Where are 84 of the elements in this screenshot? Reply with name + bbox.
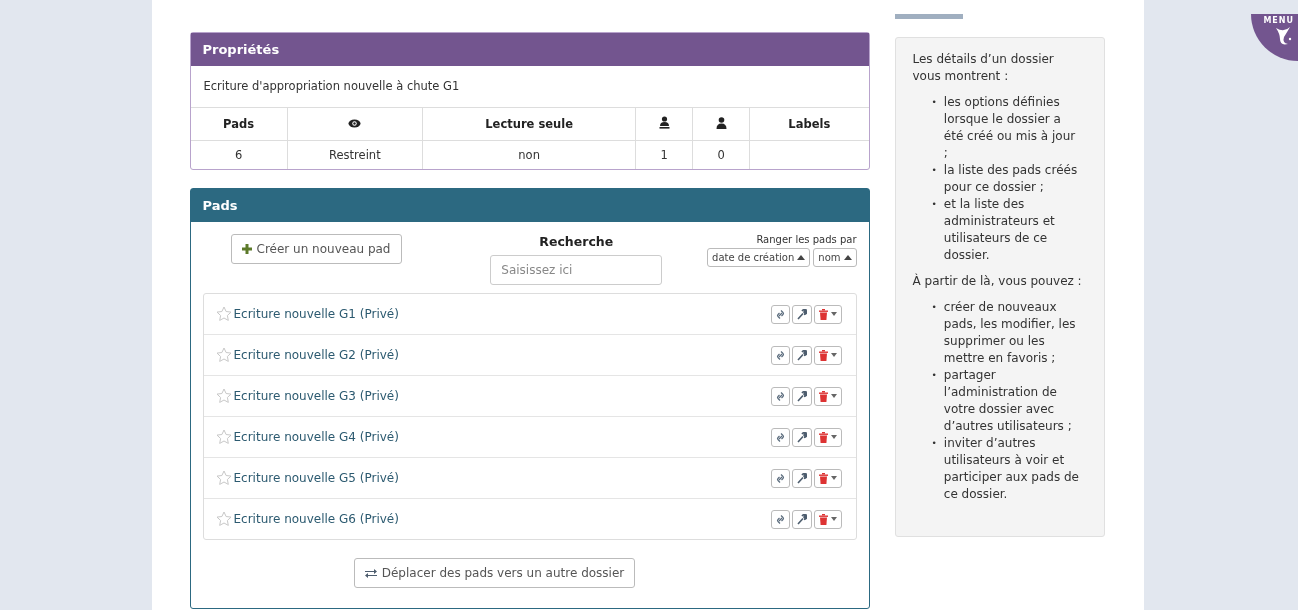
bullet: • (931, 437, 937, 450)
menu-button[interactable]: MENU (1251, 14, 1298, 61)
caret-down-icon (830, 312, 837, 316)
sort-button[interactable]: date de création (707, 248, 811, 267)
settings-button[interactable] (791, 427, 812, 447)
bullet: • (931, 96, 937, 109)
settings-button[interactable] (791, 304, 812, 324)
link-button[interactable] (770, 386, 790, 406)
table-cell: Restreint (287, 140, 423, 169)
folder-description: Ecriture d'appropriation nouvelle à chute G1 (190, 66, 869, 108)
help-text: À partir de là, vous pouvez : (912, 273, 1083, 290)
link-button[interactable] (770, 509, 790, 529)
link-button[interactable] (770, 468, 790, 488)
pad-link[interactable]: Ecriture nouvelle G1 (Privé) (233, 307, 771, 321)
move-pads-button[interactable]: Déplacer des pads vers un autre dossier (353, 558, 636, 588)
trash-icon (818, 513, 828, 525)
caret-down-icon (830, 435, 837, 439)
trash-icon (818, 349, 828, 361)
help-text: Les détails d’un dossier vous montrent : (912, 51, 1055, 85)
table-cell: 6 (190, 140, 288, 169)
pad-link[interactable]: Ecriture nouvelle G2 (Privé) (233, 348, 771, 362)
help-list-item: les options définies lorsque le dossier a été créé ou mis à jour ; (943, 94, 1077, 162)
pad-link[interactable]: Ecriture nouvelle G4 (Privé) (233, 430, 771, 444)
swap-arrows-icon (364, 568, 377, 578)
delete-button[interactable] (813, 509, 842, 529)
delete-button[interactable] (813, 468, 842, 488)
eye-icon (348, 119, 362, 128)
delete-button[interactable] (813, 304, 842, 324)
pad-link[interactable]: Ecriture nouvelle G5 (Privé) (233, 471, 771, 485)
pad-link[interactable]: Ecriture nouvelle G6 (Privé) (233, 512, 771, 526)
search-field[interactable]: Saisissez ici (490, 255, 663, 285)
admin-user-icon (658, 116, 670, 129)
star-icon[interactable] (215, 388, 232, 404)
bullet: • (931, 198, 937, 211)
bullet: • (931, 164, 937, 177)
create-pad-button[interactable]: Créer un nouveau pad (230, 234, 402, 264)
delete-button[interactable] (813, 386, 842, 406)
link-button[interactable] (770, 427, 790, 447)
caret-down-icon (830, 394, 837, 398)
column-header: Pads (190, 108, 288, 141)
table-cell: 0 (692, 140, 750, 169)
star-icon[interactable] (215, 470, 232, 486)
column-header: Labels (749, 108, 869, 141)
link-button[interactable] (770, 345, 790, 365)
star-icon[interactable] (215, 511, 232, 527)
link-button[interactable] (770, 304, 790, 324)
pad-link[interactable]: Ecriture nouvelle G3 (Privé) (233, 389, 771, 403)
panel-title: Propriétés (190, 33, 869, 66)
menu-label: MENU (1263, 16, 1294, 25)
column-header: Lecture seule (422, 108, 636, 141)
caret-down-icon (830, 353, 837, 357)
help-list-item: la liste des pads créés pour ce dossier ; (943, 162, 1079, 196)
trash-icon (818, 390, 828, 402)
caret-up-icon (843, 255, 852, 260)
star-icon[interactable] (215, 306, 232, 322)
trash-icon (818, 472, 828, 484)
panel-title: Pads (190, 189, 869, 222)
settings-button[interactable] (791, 468, 812, 488)
settings-button[interactable] (791, 345, 812, 365)
caret-down-icon (830, 517, 837, 521)
table-cell: non (422, 140, 636, 169)
settings-button[interactable] (791, 509, 812, 529)
help-list-item: créer de nouveaux pads, les modifier, les supprimer ou les mettre en favoris ; (943, 299, 1077, 367)
bullet: • (931, 301, 937, 314)
help-list-item: et la liste des administrateurs et utilisateurs de ce dossier. (943, 196, 1056, 264)
trash-icon (818, 308, 828, 320)
star-icon[interactable] (215, 347, 232, 363)
sort-button[interactable]: nom (813, 248, 857, 267)
help-list-item: partager l’administration de votre dossier avec d’autres utilisateurs ; (943, 367, 1073, 435)
plus-icon (241, 244, 252, 254)
delete-button[interactable] (813, 427, 842, 447)
delete-button[interactable] (813, 345, 842, 365)
star-icon[interactable] (215, 429, 232, 445)
sort-label: Ranger les pads par (756, 234, 857, 245)
user-icon (715, 116, 727, 129)
table-cell: 1 (635, 140, 693, 169)
search-label: Recherche (539, 234, 614, 249)
settings-button[interactable] (791, 386, 812, 406)
trash-icon (818, 431, 828, 443)
caret-down-icon (830, 476, 837, 480)
caret-up-icon (797, 255, 806, 260)
help-list-item: inviter d’autres utilisateurs à voir et participer aux pads de ce dossier. (943, 435, 1080, 503)
bullet: • (931, 369, 937, 382)
logo-icon (1274, 25, 1294, 47)
